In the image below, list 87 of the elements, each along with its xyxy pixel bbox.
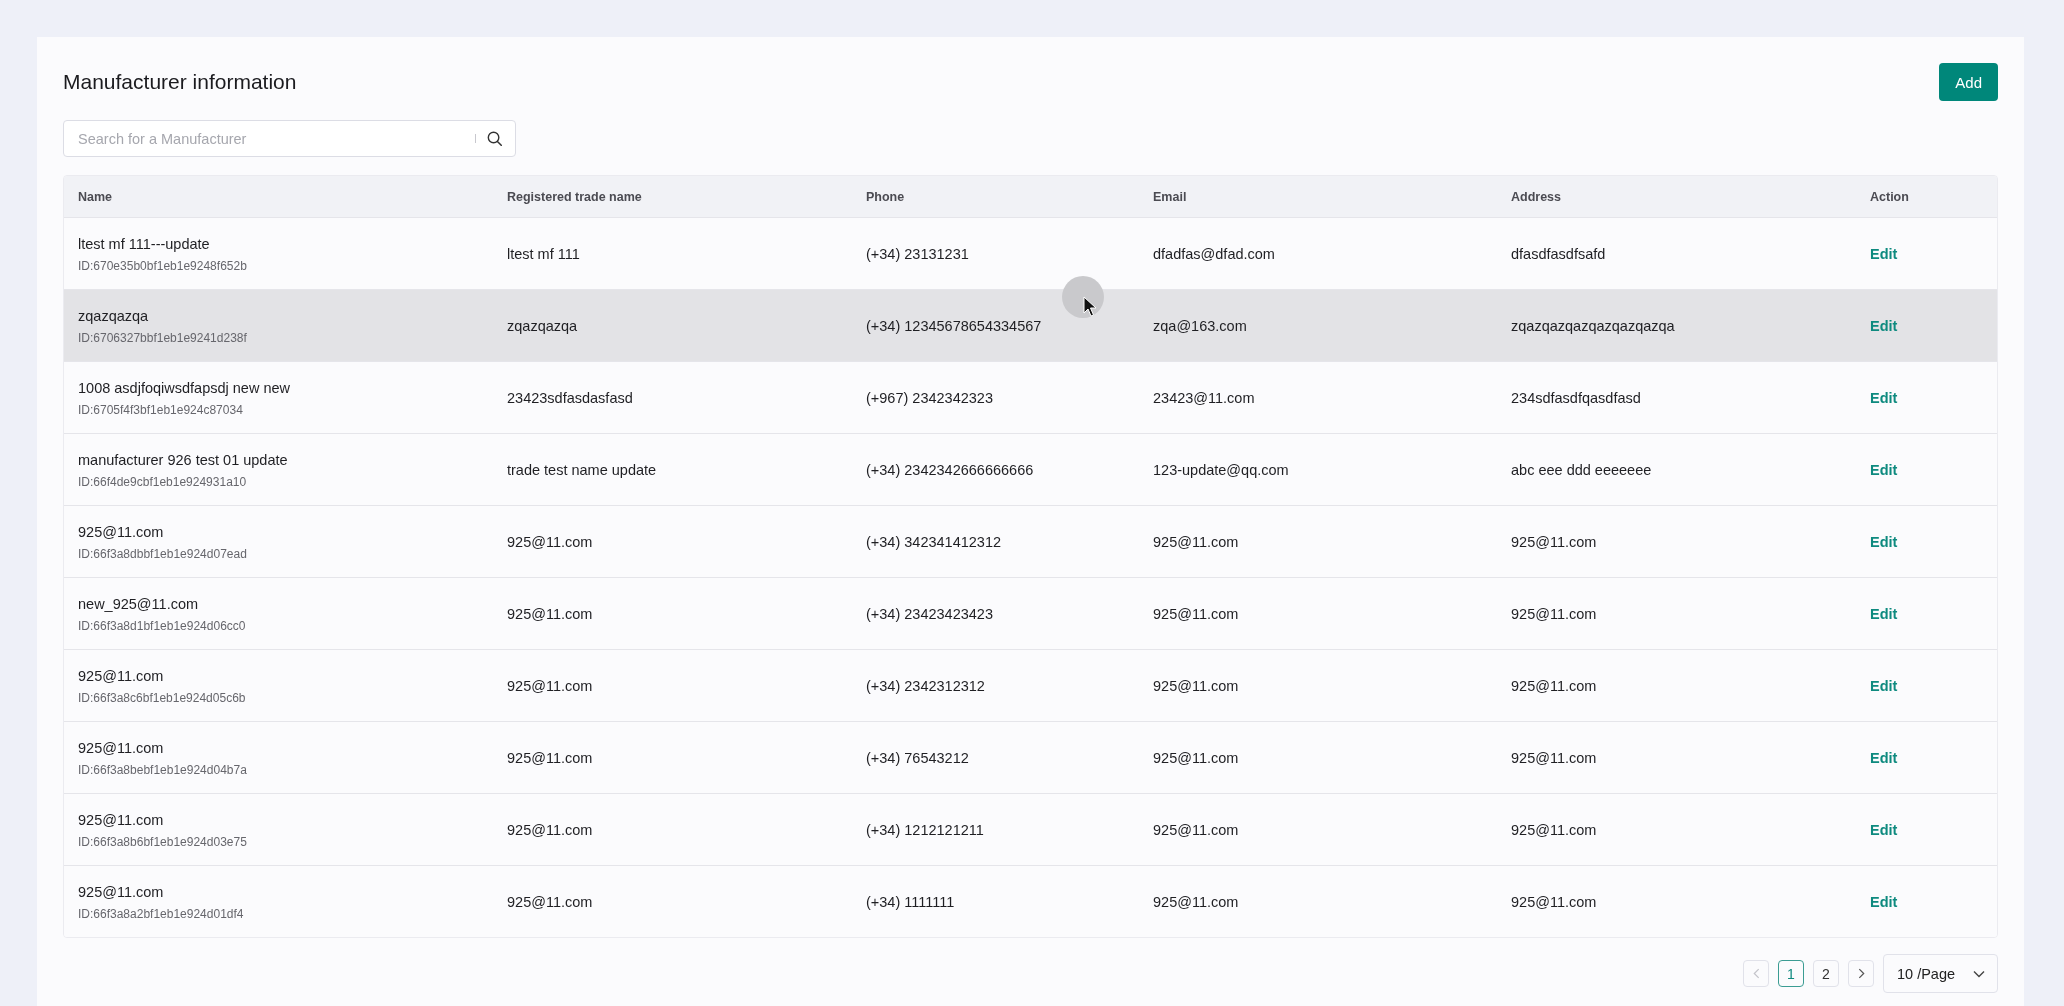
table-cell-text: 925@11.com bbox=[1152, 533, 1240, 550]
edit-link[interactable]: Edit bbox=[1870, 605, 1898, 622]
table-cell-text: 925@11.com bbox=[506, 605, 594, 622]
manufacturer-id: ID:66f3a8bebf1eb1e924d04b7a bbox=[78, 761, 247, 778]
add-button[interactable]: Add bbox=[1939, 63, 1998, 101]
table-cell-text: 234sdfasdfqasdfasd bbox=[1510, 389, 1642, 406]
table-cell-text: 123-update@qq.com bbox=[1152, 461, 1290, 478]
table-cell-text: 925@11.com bbox=[506, 893, 594, 910]
edit-link[interactable]: Edit bbox=[1870, 893, 1898, 910]
manufacturer-name: zqazqazqa bbox=[78, 306, 149, 326]
manufacturer-id: ID:670e35b0bf1eb1e9248f652b bbox=[78, 257, 247, 274]
edit-link[interactable]: Edit bbox=[1870, 677, 1898, 694]
chevron-down-icon bbox=[1973, 969, 1985, 978]
manufacturer-name: manufacturer 926 test 01 update bbox=[78, 450, 288, 470]
table-cell-text: 925@11.com bbox=[1152, 677, 1240, 694]
table-cell-text: 23423sdfasdasfasd bbox=[506, 389, 634, 406]
table-cell-text: 925@11.com bbox=[1510, 749, 1598, 766]
edit-link[interactable]: Edit bbox=[1870, 461, 1898, 478]
column-header: Action bbox=[1869, 189, 1910, 204]
column-header: Name bbox=[77, 189, 114, 204]
manufacturer-id: ID:6706327bbf1eb1e9241d238f bbox=[78, 329, 247, 346]
column-header: Email bbox=[1152, 189, 1188, 204]
search-field[interactable]: Search for a Manufacturer bbox=[63, 120, 516, 157]
table-cell-text: 925@11.com bbox=[1510, 821, 1598, 838]
table-cell-text: (+34) 2342342666666666 bbox=[865, 461, 1035, 478]
edit-link[interactable]: Edit bbox=[1870, 533, 1898, 550]
search-icon[interactable] bbox=[487, 131, 502, 146]
table-cell-text: (+34) 23423423423 bbox=[865, 605, 994, 622]
table-cell-text: 925@11.com bbox=[506, 533, 594, 550]
next-page-button[interactable] bbox=[1848, 960, 1874, 987]
manufacturer-id: ID:66f3a8a2bf1eb1e924d01df4 bbox=[78, 905, 244, 922]
page-button[interactable]: 2 bbox=[1813, 960, 1839, 987]
table-cell-text: 925@11.com bbox=[506, 749, 594, 766]
manufacturer-name: 925@11.com bbox=[78, 810, 164, 830]
manufacturer-id: ID:66f4de9cbf1eb1e924931a10 bbox=[78, 473, 247, 490]
table-cell-text: 925@11.com bbox=[1510, 677, 1598, 694]
edit-link[interactable]: Edit bbox=[1870, 749, 1898, 766]
chevron-left-icon bbox=[1752, 968, 1760, 979]
table-cell-text: 23423@11.com bbox=[1152, 389, 1256, 406]
table-cell-text: (+34) 1212121211 bbox=[865, 821, 985, 838]
table-cell-text: (+34) 2342312312 bbox=[865, 677, 986, 694]
column-header: Registered trade name bbox=[506, 189, 643, 204]
manufacturer-name: 925@11.com bbox=[78, 738, 164, 758]
table-cell-text: zqazqazqazqazqazqazqa bbox=[1510, 317, 1676, 334]
table-cell-text: 925@11.com bbox=[1510, 893, 1598, 910]
column-header: Phone bbox=[865, 189, 906, 204]
table-cell-text: 925@11.com bbox=[506, 677, 594, 694]
table-cell-text: (+34) 76543212 bbox=[865, 749, 970, 766]
table-cell-text: 925@11.com bbox=[1152, 749, 1240, 766]
edit-link[interactable]: Edit bbox=[1870, 317, 1898, 334]
column-header: Address bbox=[1510, 189, 1563, 204]
table-cell-text: abc eee ddd eeeeeee bbox=[1510, 461, 1653, 478]
page-title: Manufacturer information bbox=[63, 70, 297, 94]
table-cell-text: dfasdfasdfsafd bbox=[1510, 245, 1607, 262]
edit-link[interactable]: Edit bbox=[1870, 245, 1898, 262]
table-cell-text: trade test name update bbox=[506, 461, 658, 478]
edit-link[interactable]: Edit bbox=[1870, 389, 1898, 406]
table-cell-text: 925@11.com bbox=[1152, 605, 1240, 622]
table-cell-text: (+34) 342341412312 bbox=[865, 533, 1003, 550]
manufacturer-id: ID:66f3a8d1bf1eb1e924d06cc0 bbox=[78, 617, 246, 634]
table-cell-text: dfadfas@dfad.com bbox=[1152, 245, 1276, 262]
page-size-select[interactable]: 10 /Page bbox=[1883, 954, 1998, 993]
manufacturer-name: 925@11.com bbox=[78, 522, 164, 542]
manufacturer-name: 925@11.com bbox=[78, 666, 164, 686]
manufacturer-id: ID:6705f4f3bf1eb1e924c87034 bbox=[78, 401, 243, 418]
table-cell-text: ltest mf 111 bbox=[506, 245, 581, 262]
manufacturer-name: 1008 asdjfoqiwsdfapsdj new new bbox=[78, 378, 290, 398]
table-cell-text: 925@11.com bbox=[1152, 821, 1240, 838]
manufacturer-name: new_925@11.com bbox=[78, 594, 199, 614]
table-cell-text: (+34) 23131231 bbox=[865, 245, 970, 262]
manufacturer-id: ID:66f3a8c6bf1eb1e924d05c6b bbox=[78, 689, 246, 706]
manufacturer-id: ID:66f3a8dbbf1eb1e924d07ead bbox=[78, 545, 247, 562]
table-cell-text: 925@11.com bbox=[1152, 893, 1240, 910]
edit-link[interactable]: Edit bbox=[1870, 821, 1898, 838]
table-cell-text: 925@11.com bbox=[506, 821, 594, 838]
table-cell-text: (+34) 12345678654334567 bbox=[865, 317, 1043, 334]
page-button[interactable]: 1 bbox=[1778, 960, 1804, 987]
table-cell-text: (+34) 1111111 bbox=[865, 893, 956, 910]
manufacturer-name: ltest mf 111---update bbox=[78, 234, 210, 254]
table-cell-text: 925@11.com bbox=[1510, 533, 1598, 550]
table-cell-text: (+967) 2342342323 bbox=[865, 389, 994, 406]
chevron-right-icon bbox=[1857, 968, 1865, 979]
table-cell-text: zqa@163.com bbox=[1152, 317, 1248, 334]
manufacturer-name: 925@11.com bbox=[78, 882, 164, 902]
table-cell-text: zqazqazqa bbox=[506, 317, 579, 334]
table-cell-text: 925@11.com bbox=[1510, 605, 1598, 622]
manufacturer-id: ID:66f3a8b6bf1eb1e924d03e75 bbox=[78, 833, 247, 850]
